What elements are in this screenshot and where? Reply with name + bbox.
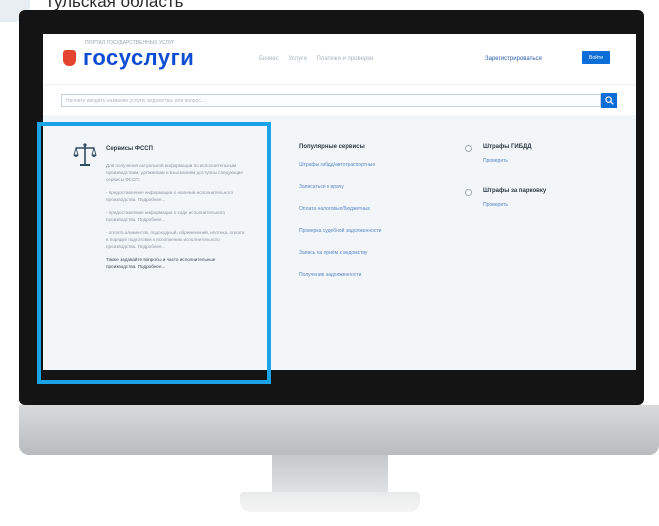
nav-services[interactable]: Услуги [288, 56, 306, 62]
popular-service-link[interactable]: Проверка судебной задолженности [299, 228, 439, 234]
popular-service-link[interactable]: Штрафы гибдд/автотраспортные [299, 162, 439, 168]
fssp-card-body: Для получения актуальной информации по и… [106, 162, 246, 276]
nav-payments[interactable]: Платежи и проверки [317, 56, 374, 62]
monitor-stand-base [240, 492, 420, 512]
search-icon [604, 96, 614, 105]
monitor-screen: ПОРТАЛ ГОСУДАРСТВЕННЫХ УСЛУГ госуслуги Б… [43, 34, 636, 370]
scales-icon [73, 143, 97, 166]
popular-service-link[interactable]: Оплата налоговых/бюджетных [299, 206, 439, 212]
monitor-chin [19, 405, 659, 455]
fssp-card-item[interactable]: - предоставление информации о ходе испол… [106, 209, 246, 223]
popular-service-link[interactable]: Получение задолженности [299, 272, 439, 278]
login-button[interactable]: Войти [582, 51, 610, 64]
logo-text: госуслуги [83, 45, 195, 70]
monitor-stand-neck [272, 455, 388, 495]
check-link[interactable]: Проверить [483, 158, 508, 164]
popular-service-link[interactable]: Записаться к врачу [299, 184, 439, 190]
radio-icon[interactable] [465, 189, 472, 196]
fssp-card-item[interactable]: - оплата алиментов, подоходный, обремене… [106, 229, 246, 250]
register-link[interactable]: Зарегистрироваться [485, 56, 542, 62]
search-input[interactable]: Начните вводить название услуги, ведомст… [61, 94, 601, 107]
search-button[interactable] [601, 93, 617, 108]
fssp-card-footer[interactable]: Также задавайте вопросы и часто исполнит… [106, 256, 246, 270]
fssp-card-title[interactable]: Сервисы ФССП [106, 146, 153, 152]
radio-icon[interactable] [465, 145, 472, 152]
top-nav: Бизнес Услуги Платежи и проверки [259, 56, 381, 62]
fine-item-gibdd[interactable]: Штрафы ГИБДД Проверить [465, 144, 625, 188]
fines-section: Штрафы ГИБДД Проверить Штрафы за парковк… [465, 144, 625, 232]
site-header: ПОРТАЛ ГОСУДАРСТВЕННЫХ УСЛУГ госуслуги Б… [43, 34, 636, 84]
fine-title: Штрафы ГИБДД [483, 144, 532, 150]
fssp-card-intro: Для получения актуальной информации по и… [106, 163, 243, 182]
fssp-card-item[interactable]: - предоставление информации о наличии ис… [106, 189, 246, 203]
nav-business[interactable]: Бизнес [259, 56, 279, 62]
check-link[interactable]: Проверить [483, 202, 508, 208]
logo-mark-icon [63, 50, 76, 66]
popular-services: Популярные сервисы Штрафы гибдд/автотрас… [299, 144, 439, 294]
fine-title: Штрафы за парковку [483, 188, 547, 194]
popular-services-title: Популярные сервисы [299, 144, 365, 150]
fine-item-parking[interactable]: Штрафы за парковку Проверить [465, 188, 625, 232]
popular-service-link[interactable]: Запись на приём к ведомству [299, 250, 439, 256]
search-bar: Начните вводить название услуги, ведомст… [43, 84, 636, 115]
